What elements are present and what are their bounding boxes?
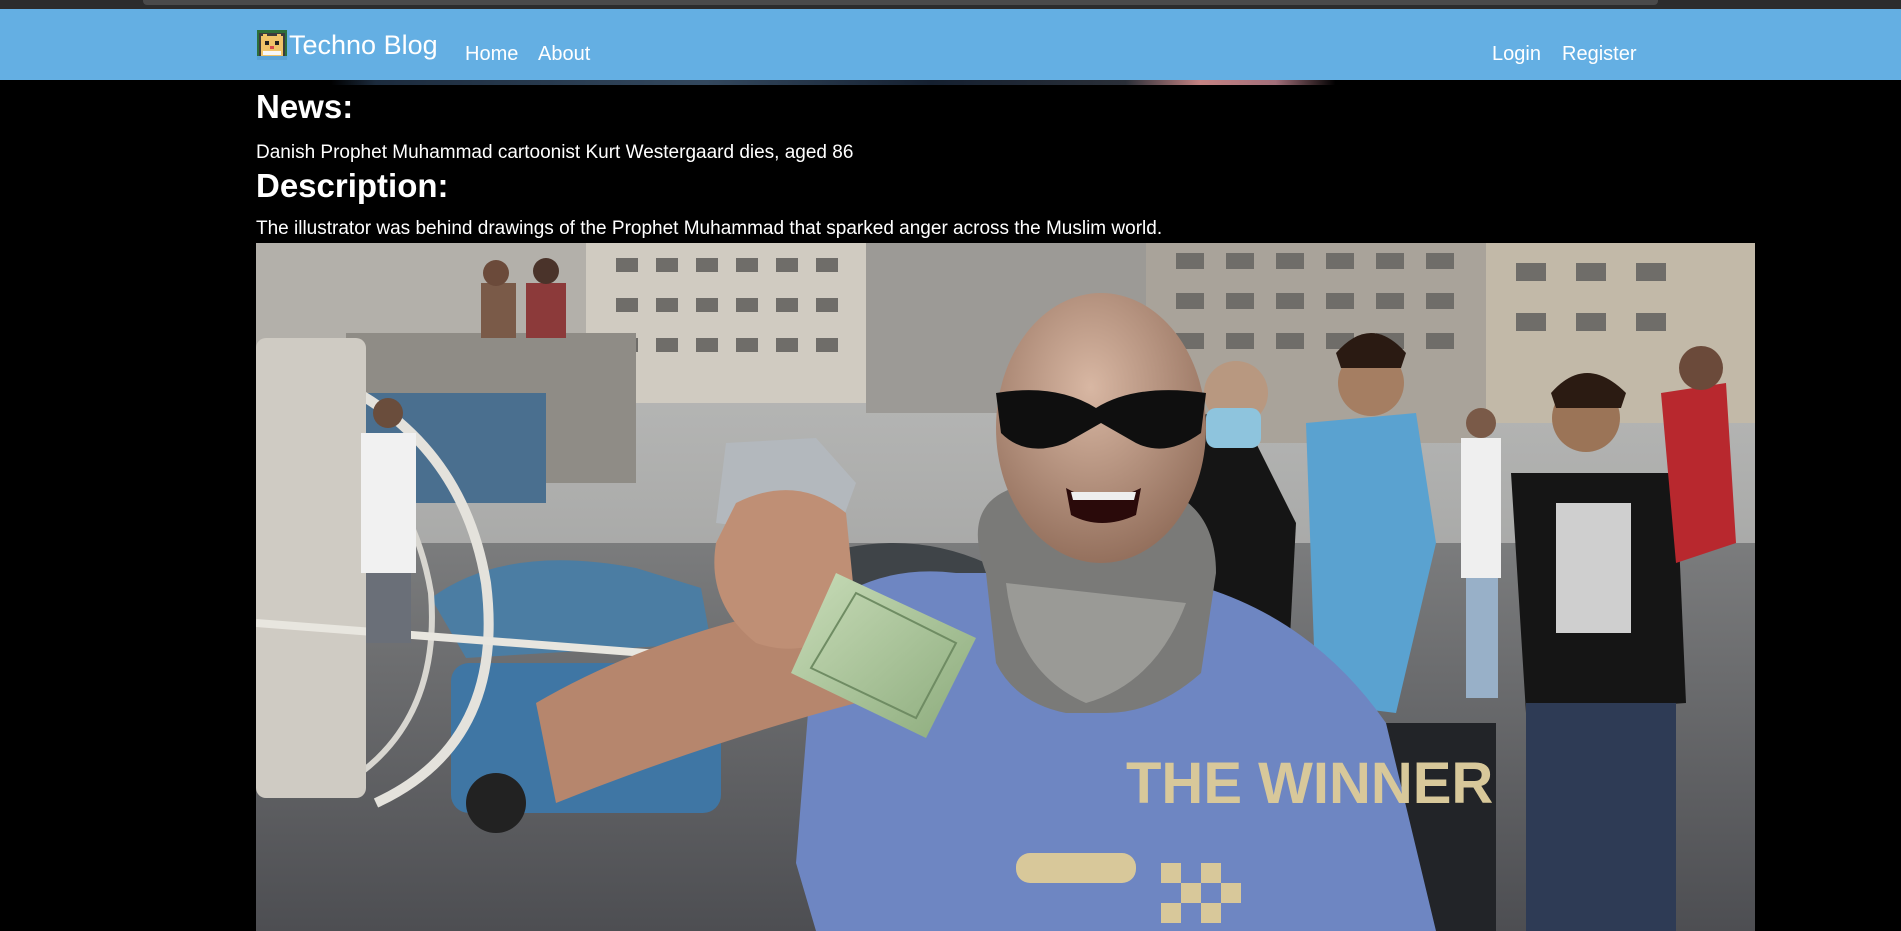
description-heading: Description: xyxy=(256,167,449,204)
brand-name: Techno Blog xyxy=(289,30,438,60)
news-title: Danish Prophet Muhammad cartoonist Kurt … xyxy=(256,142,854,163)
pixel-cat-logo-icon xyxy=(257,30,287,60)
nav-register-link[interactable]: Register xyxy=(1562,42,1636,66)
nav-about-link[interactable]: About xyxy=(538,42,590,66)
nav-login-link[interactable]: Login xyxy=(1492,42,1541,66)
article-photo: THE WINNER xyxy=(256,243,1755,931)
shirt-text: THE WINNER xyxy=(1126,751,1493,816)
nav-home-link[interactable]: Home xyxy=(465,42,518,66)
news-heading: News: xyxy=(256,88,354,125)
hero-image-edge xyxy=(256,80,1755,85)
browser-tab-strip xyxy=(143,0,1658,5)
description-text: The illustrator was behind drawings of t… xyxy=(256,218,1163,239)
brand-link[interactable]: Techno Blog xyxy=(257,30,438,60)
browser-chrome-strip xyxy=(0,0,1901,9)
top-navbar: Techno Blog Home About Login Register xyxy=(0,9,1901,80)
